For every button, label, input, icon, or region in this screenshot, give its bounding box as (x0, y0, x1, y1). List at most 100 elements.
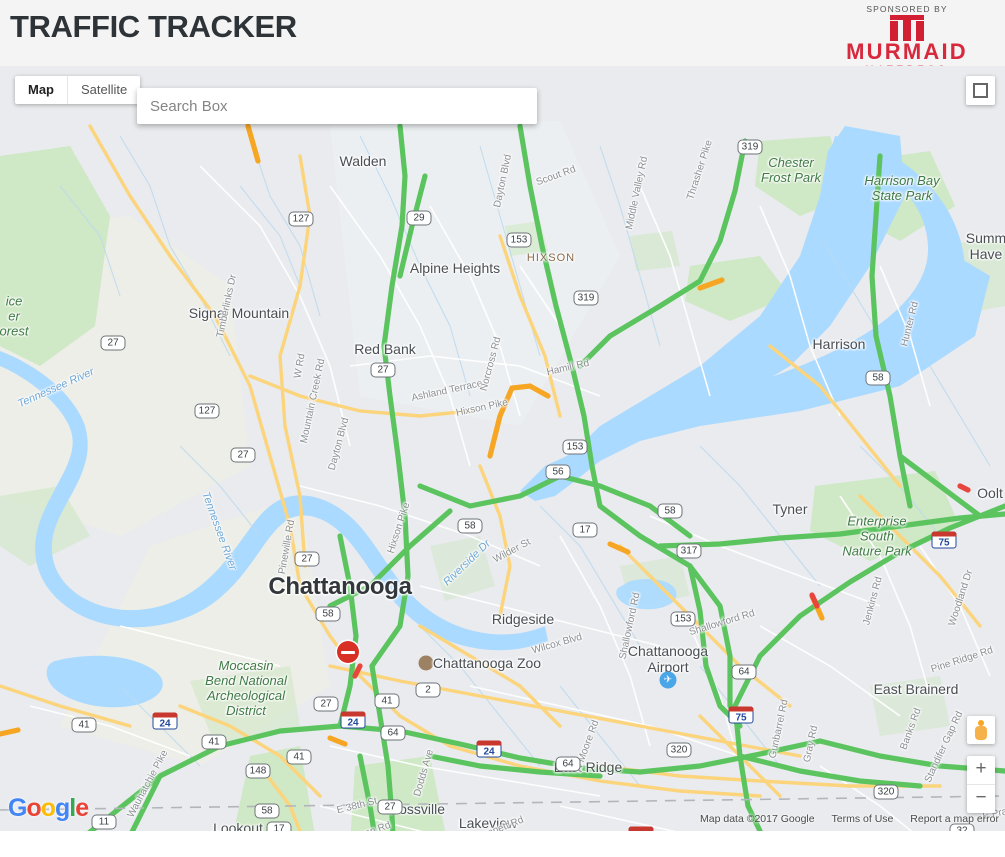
zoom-in-button[interactable]: + (967, 756, 995, 784)
map-viewport[interactable]: Chattanooga Walden Alpine Heights Red Bank S… (0, 66, 1005, 831)
sponsored-by-label: SPONSORED BY (866, 4, 948, 14)
route-shield: 27 (294, 551, 320, 567)
sponsor-block: SPONSORED BY MURMAID MATTRESS (817, 4, 997, 75)
map-area-label: Harrison Bay State Park (864, 173, 940, 203)
route-shield: 64 (380, 725, 406, 741)
map-street-label: Dodds Ave (412, 748, 436, 798)
map-area-label: ice er orest (0, 293, 29, 339)
map-place-label: East Brainerd (873, 681, 959, 697)
map-street-label: Dayton Blvd (326, 416, 352, 472)
map-street-label: Wilder St (491, 536, 533, 566)
search-container (137, 88, 537, 124)
interstate-shield: 75 (931, 531, 957, 549)
route-shield: 58 (457, 518, 483, 534)
interstate-shield: 24 (340, 711, 366, 729)
zoom-out-button[interactable]: − (967, 784, 995, 813)
map-street-label: Standifer Gap Rd (922, 709, 966, 785)
map-street-label: Hixson Pike (385, 501, 413, 555)
route-shield: 64 (555, 756, 581, 772)
zoo-icon[interactable] (418, 655, 434, 671)
route-shield: 320 (666, 742, 692, 758)
map-street-label: Norcross Rd (478, 335, 504, 393)
sponsor-brand-name: MURMAID (846, 39, 968, 64)
map-area-label: LookoutMountain (213, 820, 263, 831)
route-shield: 56 (545, 464, 571, 480)
route-shield: 58 (657, 503, 683, 519)
map-street-label: E 38th St (335, 795, 379, 817)
route-shield: 41 (201, 734, 227, 750)
airport-icon[interactable]: ✈ (659, 671, 677, 689)
map-street-label: Gray Rd (801, 724, 821, 764)
route-shield: 127 (194, 403, 220, 419)
route-shield: 153 (506, 232, 532, 248)
map-type-map-button[interactable]: Map (15, 76, 67, 104)
map-street-label: Shallowford Rd (687, 607, 757, 639)
map-area-label: Enterprise South Nature Park (842, 513, 912, 559)
map-street-label: Wilcox Blvd (530, 631, 584, 657)
route-shield: 27 (313, 696, 339, 712)
map-place-label: Chattanooga (268, 573, 412, 600)
route-shield: 17 (572, 522, 598, 538)
map-street-label: Gunbarrel Rd (767, 698, 791, 760)
route-shield: 2 (415, 682, 441, 698)
map-place-label: Oolt (977, 485, 1003, 501)
fullscreen-icon[interactable] (966, 76, 995, 105)
route-shield: 317 (676, 543, 702, 559)
street-view-pegman-icon[interactable] (967, 716, 995, 744)
route-shield: 319 (737, 139, 763, 155)
route-shield: 27 (100, 335, 126, 351)
map-street-label: Pine Ridge Rd (929, 644, 995, 676)
interstate-shield: 24 (476, 740, 502, 758)
map-street-label: Scout Rd (534, 163, 578, 189)
map-street-label: Pinewille Rd (276, 518, 298, 576)
page-title: TRAFFIC TRACKER (10, 9, 297, 44)
map-street-label: Woodland Dr (946, 568, 976, 628)
page-footer (0, 831, 1005, 857)
route-shield: 127 (288, 211, 314, 227)
map-label-layer: Chattanooga Walden Alpine Heights Red Bank S… (0, 66, 1005, 831)
google-logo: Google (8, 794, 89, 822)
map-street-label: W Rd (292, 352, 308, 380)
map-street-label: Hamill Rd (545, 357, 591, 379)
map-area-label: Summ Have (965, 230, 1005, 262)
map-street-label: Riverside Dr (441, 537, 493, 589)
interstate-shield: 24 (152, 712, 178, 730)
route-shield: 58 (315, 606, 341, 622)
route-shield: 11 (91, 814, 117, 830)
route-shield: 17 (266, 821, 292, 831)
route-shield: 41 (286, 749, 312, 765)
map-street-label: Thrasher Pike (685, 138, 715, 202)
route-shield: 319 (573, 290, 599, 306)
route-shield: 148 (245, 763, 271, 779)
route-shield: 58 (254, 803, 280, 819)
map-street-label: Middle Valley Rd (623, 155, 651, 231)
map-place-label: HIXSON (526, 252, 576, 264)
map-area-label: Moccasin Bend National Archeological Distri… (205, 658, 287, 718)
search-input[interactable] (137, 88, 537, 124)
map-street-label: Tennessee River (199, 490, 239, 572)
interstate-shield: 75 (728, 706, 754, 724)
map-type-satellite-button[interactable]: Satellite (67, 76, 140, 104)
map-place-label: Signal Mountain (188, 305, 290, 321)
page-header: TRAFFIC TRACKER SPONSORED BY MURMAID MAT… (0, 0, 1005, 75)
route-shield: 41 (374, 693, 400, 709)
route-shield: 58 (865, 370, 891, 386)
route-shield: 27 (370, 362, 396, 378)
map-type-switch[interactable]: Map Satellite (15, 76, 141, 104)
zoom-controls[interactable]: + − (967, 756, 995, 813)
attribution-data-text: Map data ©2017 Google (700, 813, 815, 825)
map-street-label: Ashland Terrace (410, 378, 484, 404)
map-street-label: Hunter Rd (899, 300, 921, 348)
map-area-label: Chattanooga Airport (627, 643, 709, 675)
route-shield: 27 (377, 799, 403, 815)
traffic-incident-marker[interactable] (337, 641, 359, 663)
map-place-label: Harrison (812, 336, 866, 352)
map-place-label: Ridgeside (491, 611, 555, 627)
terms-of-use-link[interactable]: Terms of Use (832, 813, 894, 825)
report-map-error-link[interactable]: Report a map error (910, 813, 999, 825)
murmaid-m-icon (890, 15, 924, 41)
route-shield: 41 (71, 717, 97, 733)
map-street-label: Hixson Pike (455, 397, 509, 419)
route-shield: 29 (406, 210, 432, 226)
map-place-label: Alpine Heights (409, 260, 501, 276)
